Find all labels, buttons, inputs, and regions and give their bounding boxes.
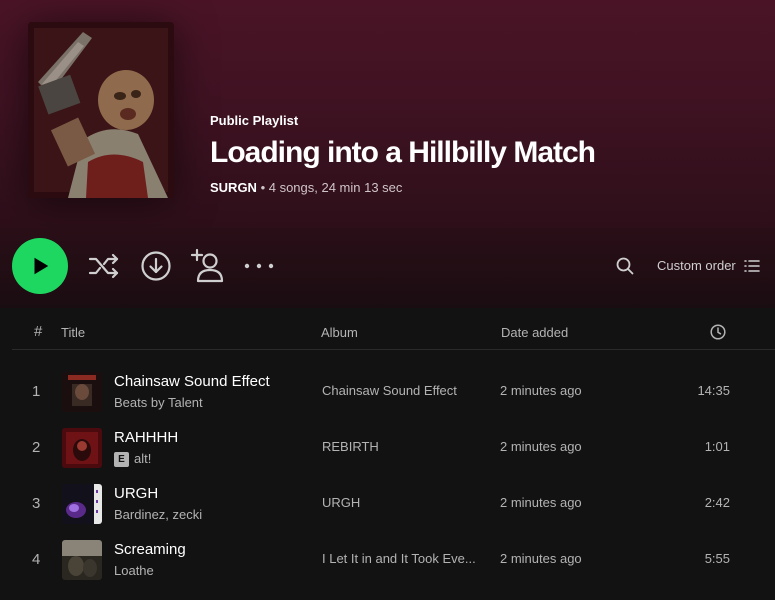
- sort-order-button[interactable]: Custom order: [657, 258, 736, 273]
- playlist-page: Public Playlist Loading into a Hillbilly…: [0, 0, 775, 600]
- track-duration: 1:01: [704, 439, 730, 454]
- column-duration[interactable]: [710, 324, 726, 343]
- track-cover-image: [62, 428, 102, 468]
- list-icon: [744, 260, 760, 272]
- track-title[interactable]: Chainsaw Sound Effect: [114, 373, 270, 390]
- playlist-cover-image[interactable]: [28, 22, 174, 198]
- track-duration: 14:35: [697, 383, 730, 398]
- clock-icon: [710, 324, 726, 340]
- track-cover-image: [62, 484, 102, 524]
- download-button[interactable]: [138, 248, 174, 284]
- play-icon: [34, 257, 49, 275]
- playlist-info: SURGN • 4 songs, 24 min 13 sec: [210, 180, 595, 195]
- track-artist[interactable]: alt!: [134, 451, 151, 466]
- track-number: 1: [32, 383, 41, 400]
- track-artist[interactable]: Beats by Talent: [114, 395, 203, 410]
- track-number: 4: [32, 551, 41, 568]
- track-row[interactable]: 4 Screaming Loathe I Let It in and It To…: [12, 532, 775, 588]
- track-date-added: 2 minutes ago: [500, 383, 582, 398]
- track-number: 3: [32, 495, 41, 512]
- track-title[interactable]: URGH: [114, 485, 158, 502]
- track-date-added: 2 minutes ago: [500, 551, 582, 566]
- track-artist[interactable]: Bardinez, zecki: [114, 507, 202, 522]
- track-duration: 2:42: [704, 495, 730, 510]
- play-button[interactable]: [12, 238, 68, 294]
- search-in-playlist-button[interactable]: [607, 248, 643, 284]
- playlist-type-label: Public Playlist: [210, 113, 299, 128]
- playlist-meta: Public Playlist Loading into a Hillbilly…: [210, 113, 596, 195]
- search-icon: [616, 257, 634, 275]
- track-row[interactable]: 3 URGH Bardinez, zecki URGH 2 minutes ag…: [12, 476, 775, 532]
- playlist-owner-link[interactable]: SURGN: [210, 180, 257, 195]
- invite-collaborator-button[interactable]: [190, 248, 226, 284]
- shuffle-button[interactable]: [86, 248, 122, 284]
- action-bar: Custom order: [0, 228, 775, 308]
- track-album[interactable]: Chainsaw Sound Effect: [322, 383, 457, 398]
- track-cover-image: [62, 372, 102, 412]
- playlist-title: Loading into a Hillbilly Match: [210, 136, 596, 169]
- playlist-stats: • 4 songs, 24 min 13 sec: [256, 180, 403, 195]
- track-album[interactable]: I Let It in and It Took Eve...: [322, 551, 476, 566]
- playlist-header: Public Playlist Loading into a Hillbilly…: [0, 0, 775, 228]
- track-album[interactable]: URGH: [322, 495, 360, 510]
- add-user-icon: [190, 249, 224, 283]
- column-album[interactable]: Album: [321, 325, 358, 340]
- track-title[interactable]: RAHHHH: [114, 429, 178, 446]
- explicit-badge: E: [114, 452, 129, 467]
- column-date-added[interactable]: Date added: [501, 325, 568, 340]
- track-title[interactable]: Screaming: [114, 541, 186, 558]
- column-number: #: [34, 323, 43, 340]
- track-album[interactable]: REBIRTH: [322, 439, 379, 454]
- more-icon: [244, 263, 274, 269]
- download-icon: [141, 251, 171, 281]
- column-title[interactable]: Title: [61, 325, 85, 340]
- more-options-button[interactable]: [241, 248, 277, 284]
- track-number: 2: [32, 439, 41, 456]
- track-row[interactable]: 1 Chainsaw Sound Effect Beats by Talent …: [12, 364, 775, 420]
- tracklist-header: # Title Album Date added: [12, 308, 775, 350]
- track-cover-image: [62, 540, 102, 580]
- track-artist-line: Ealt!: [114, 451, 151, 467]
- shuffle-icon: [88, 253, 119, 279]
- track-artist[interactable]: Loathe: [114, 563, 154, 578]
- track-date-added: 2 minutes ago: [500, 439, 582, 454]
- list-view-button[interactable]: [742, 248, 762, 284]
- tracklist: # Title Album Date added 1 Chainsaw Soun…: [0, 308, 775, 600]
- track-duration: 5:55: [704, 551, 730, 566]
- track-date-added: 2 minutes ago: [500, 495, 582, 510]
- track-row[interactable]: 2 RAHHHH Ealt! REBIRTH 2 minutes ago 1:0…: [12, 420, 775, 476]
